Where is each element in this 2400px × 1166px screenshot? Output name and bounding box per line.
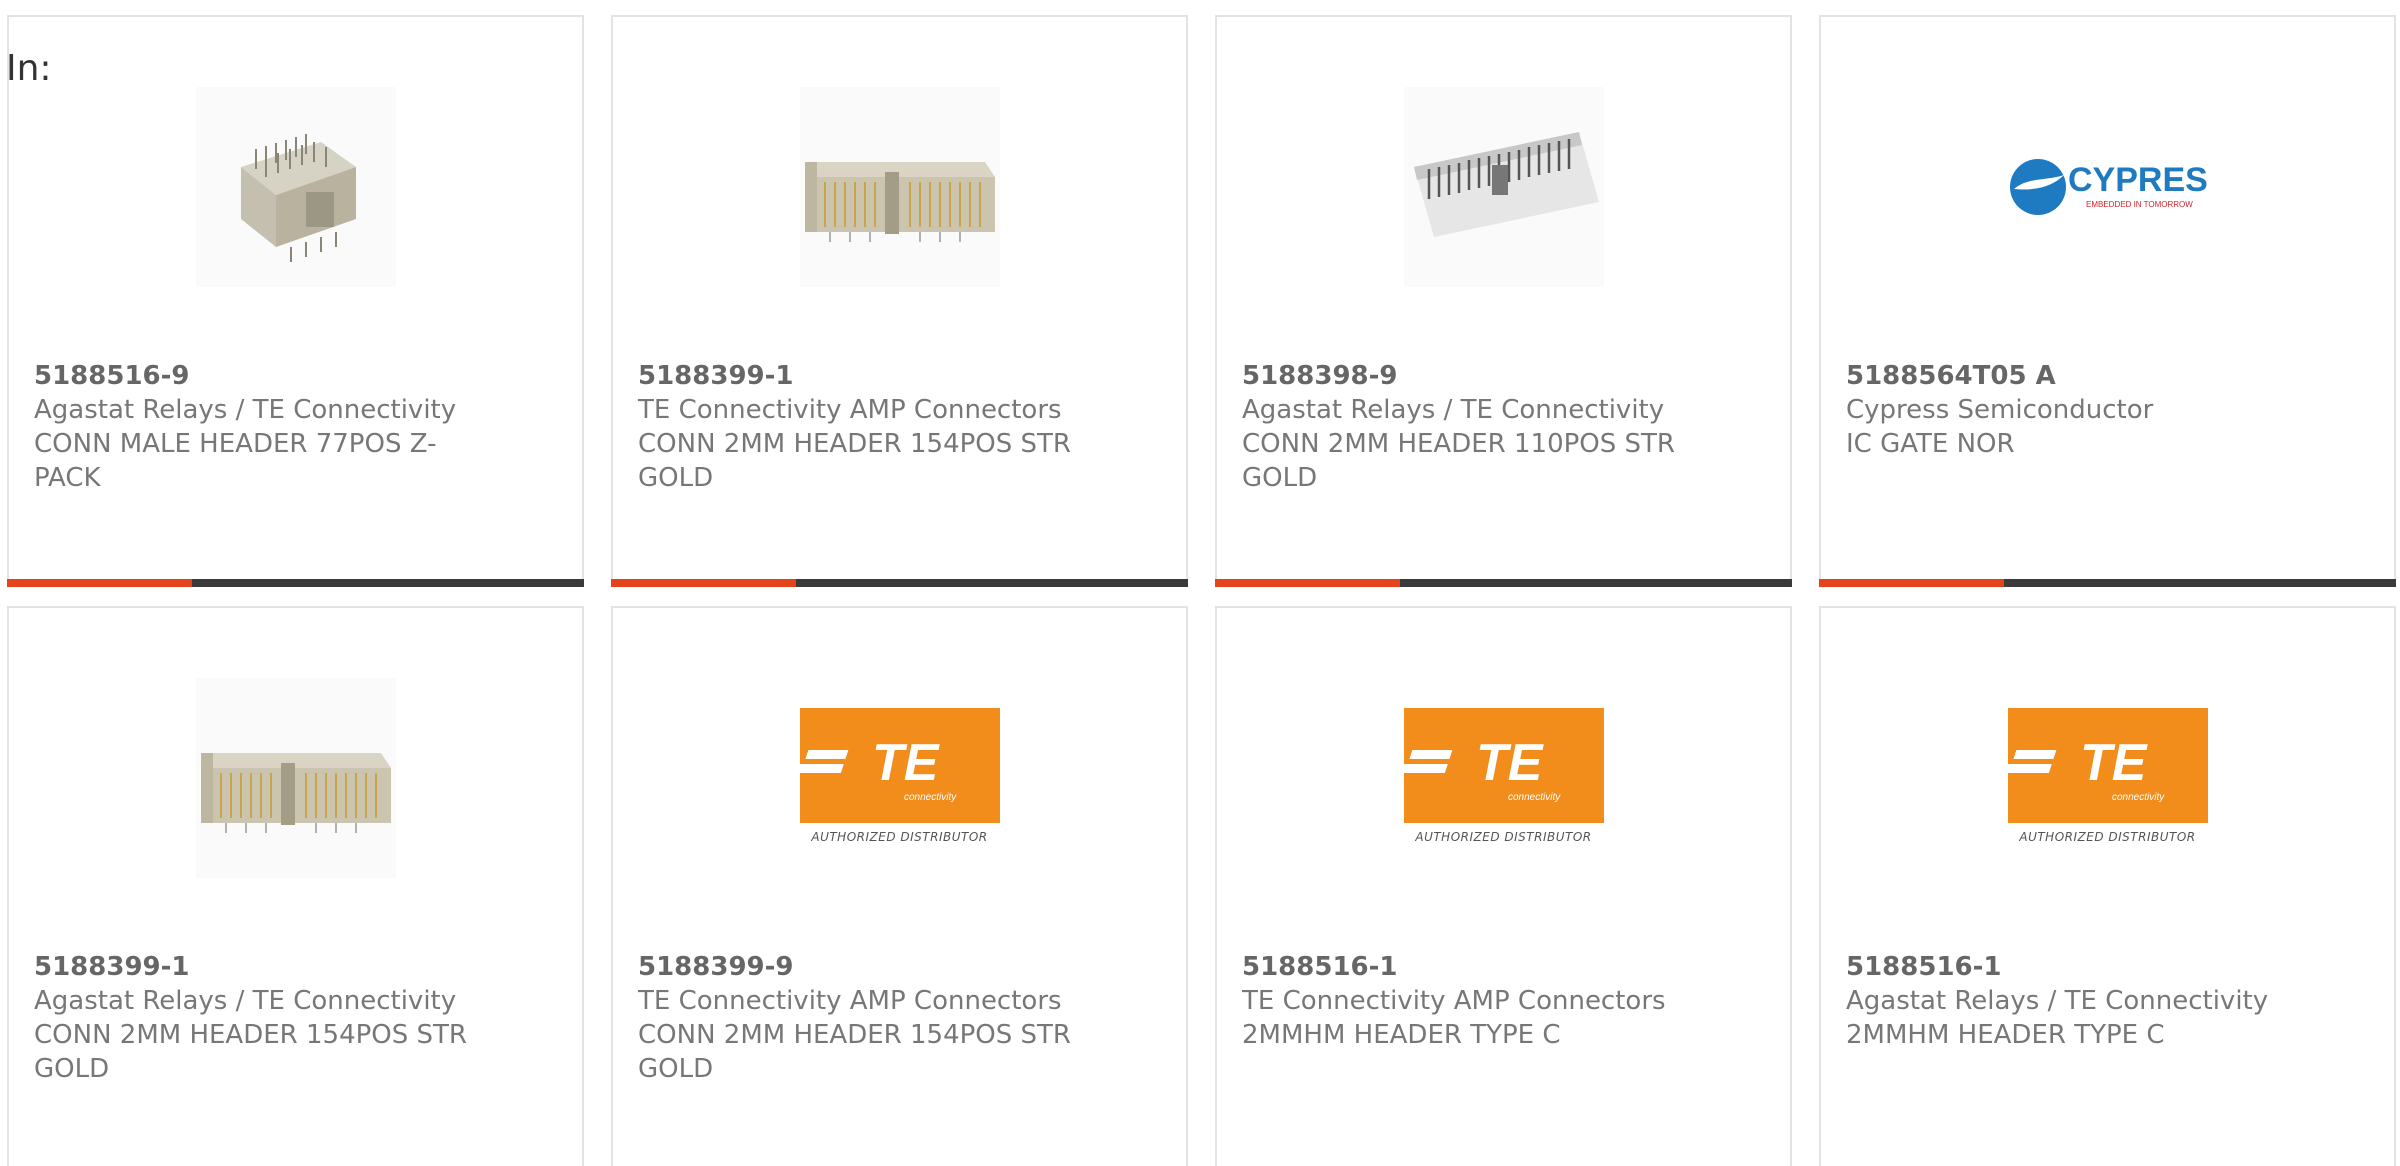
manufacturer-name: Agastat Relays / TE Connectivity (34, 395, 457, 425)
te-wordmark: TE (2080, 734, 2148, 792)
te-logo-mark: TE connectivity (792, 734, 957, 803)
te-logo-mark: TE connectivity (1396, 734, 1561, 803)
te-logo-mark: TE connectivity (2000, 734, 2165, 803)
manufacturer-name: TE Connectivity AMP Connectors (638, 395, 1062, 425)
product-image (613, 87, 1186, 287)
cypress-logo: CYPRESS EMBEDDED IN TOMORROW (2009, 159, 2208, 215)
product-image: TE connectivity AUTHORIZED DISTRIBUTOR (613, 678, 1186, 878)
card-accent-bar (1819, 579, 2396, 587)
te-sub-wordmark: connectivity (2112, 792, 2165, 803)
te-connectivity-logo: TE connectivity AUTHORIZED DISTRIBUTOR (792, 708, 1000, 848)
card-accent-bar (7, 579, 584, 587)
te-sub-wordmark: connectivity (1508, 792, 1561, 803)
te-connectivity-logo: TE connectivity AUTHORIZED DISTRIBUTOR (1396, 708, 1604, 848)
cypress-tagline: EMBEDDED IN TOMORROW (2086, 200, 2193, 209)
product-image (1217, 87, 1790, 287)
authorized-distributor-label: AUTHORIZED DISTRIBUTOR (2019, 830, 2196, 844)
te-wordmark: TE (872, 734, 940, 792)
card-accent-bar (611, 579, 1188, 587)
product-description: CONN 2MM HEADER 154POS STR GOLD (638, 429, 1071, 493)
product-description: CONN 2MM HEADER 154POS STR GOLD (34, 1020, 467, 1084)
te-sub-wordmark: connectivity (904, 792, 957, 803)
product-card[interactable]: 5188398-9 Agastat Relays / TE Connectivi… (1215, 15, 1792, 587)
product-description: 2MMHM HEADER TYPE C (1846, 1020, 2165, 1050)
product-card[interactable]: 5188399-1 TE Connectivity AMP Connectors… (611, 15, 1188, 587)
manufacturer-name: Cypress Semiconductor (1846, 395, 2154, 425)
part-number[interactable]: 5188564T05 A (1846, 359, 2056, 393)
product-card[interactable]: TE connectivity AUTHORIZED DISTRIBUTOR 5… (1819, 606, 2396, 1166)
manufacturer-name: TE Connectivity AMP Connectors (1242, 986, 1666, 1016)
part-number[interactable]: 5188398-9 (1242, 359, 1398, 393)
authorized-distributor-label: AUTHORIZED DISTRIBUTOR (811, 830, 988, 844)
product-description: CONN 2MM HEADER 154POS STR GOLD (638, 1020, 1071, 1084)
product-card[interactable]: 5188399-1 Agastat Relays / TE Connectivi… (7, 606, 584, 1166)
cypress-wordmark: CYPRESS (2068, 161, 2208, 199)
product-card[interactable]: CYPRESS EMBEDDED IN TOMORROW 5188564T05 … (1819, 15, 2396, 587)
part-number[interactable]: 5188399-1 (34, 950, 190, 984)
card-accent-bar (1215, 579, 1792, 587)
te-wordmark: TE (1476, 734, 1544, 792)
manufacturer-name: Agastat Relays / TE Connectivity (34, 986, 457, 1016)
product-image: CYPRESS EMBEDDED IN TOMORROW (1821, 87, 2394, 287)
connector-zpack-icon (195, 87, 396, 287)
product-description: IC GATE NOR (1846, 429, 2015, 459)
product-image: TE connectivity AUTHORIZED DISTRIBUTOR (1217, 678, 1790, 878)
manufacturer-name: Agastat Relays / TE Connectivity (1846, 986, 2269, 1016)
filter-label: In: (6, 48, 52, 89)
connector-header-white-icon (1403, 87, 1604, 287)
product-card[interactable]: TE connectivity AUTHORIZED DISTRIBUTOR 5… (1215, 606, 1792, 1166)
product-description: 2MMHM HEADER TYPE C (1242, 1020, 1561, 1050)
manufacturer-name: Agastat Relays / TE Connectivity (1242, 395, 1665, 425)
part-number[interactable]: 5188516-9 (34, 359, 190, 393)
te-connectivity-logo: TE connectivity AUTHORIZED DISTRIBUTOR (2000, 708, 2208, 848)
connector-header-gold-icon (195, 678, 396, 878)
product-description: CONN 2MM HEADER 110POS STR GOLD (1242, 429, 1675, 493)
manufacturer-name: TE Connectivity AMP Connectors (638, 986, 1062, 1016)
part-number[interactable]: 5188399-9 (638, 950, 794, 984)
product-image: TE connectivity AUTHORIZED DISTRIBUTOR (1821, 678, 2394, 878)
product-image (9, 678, 582, 878)
part-number[interactable]: 5188516-1 (1242, 950, 1398, 984)
authorized-distributor-label: AUTHORIZED DISTRIBUTOR (1415, 830, 1592, 844)
part-number[interactable]: 5188399-1 (638, 359, 794, 393)
connector-header-gold-icon (799, 87, 1000, 287)
part-number[interactable]: 5188516-1 (1846, 950, 2002, 984)
product-card[interactable]: TE connectivity AUTHORIZED DISTRIBUTOR 5… (611, 606, 1188, 1166)
product-card[interactable]: 5188516-9 Agastat Relays / TE Connectivi… (7, 15, 584, 587)
product-image (9, 87, 582, 287)
product-description: CONN MALE HEADER 77POS Z-PACK (34, 429, 437, 493)
